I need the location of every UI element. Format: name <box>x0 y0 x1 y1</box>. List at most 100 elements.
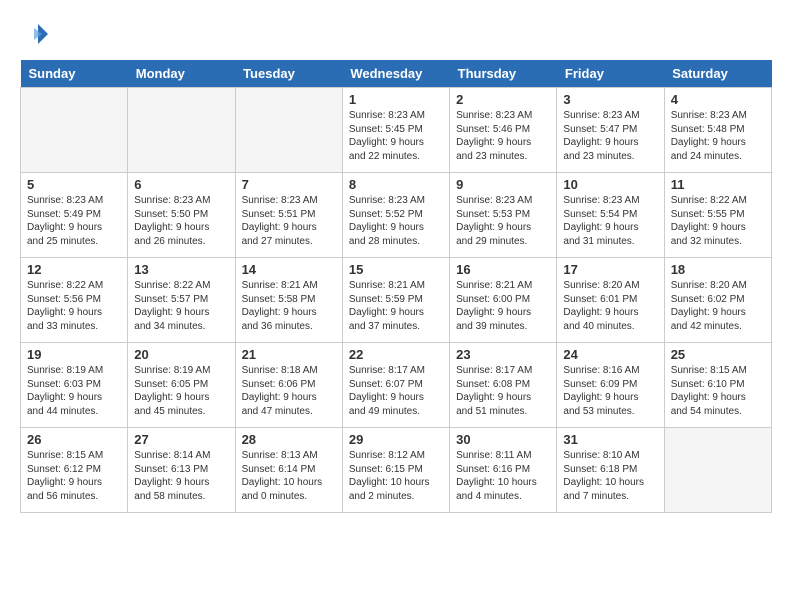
day-info: Sunrise: 8:19 AM Sunset: 6:05 PM Dayligh… <box>134 364 228 418</box>
calendar-cell: 17 Sunrise: 8:20 AM Sunset: 6:01 PM Dayli… <box>557 258 664 343</box>
calendar-cell: 5 Sunrise: 8:23 AM Sunset: 5:49 PM Daylig… <box>21 173 128 258</box>
calendar-cell: 25 Sunrise: 8:15 AM Sunset: 6:10 PM Dayli… <box>664 343 771 428</box>
day-info: Sunrise: 8:23 AM Sunset: 5:49 PM Dayligh… <box>27 194 121 248</box>
calendar-cell: 11 Sunrise: 8:22 AM Sunset: 5:55 PM Dayli… <box>664 173 771 258</box>
day-number: 31 <box>563 432 657 447</box>
calendar-cell: 21 Sunrise: 8:18 AM Sunset: 6:06 PM Dayli… <box>235 343 342 428</box>
day-number: 2 <box>456 92 550 107</box>
day-header-monday: Monday <box>128 60 235 88</box>
calendar-cell: 27Sunrise: 8:14 AM Sunset: 6:13 PM Dayli… <box>128 428 235 513</box>
day-number: 8 <box>349 177 443 192</box>
day-number: 17 <box>563 262 657 277</box>
day-info: Sunrise: 8:20 AM Sunset: 6:02 PM Dayligh… <box>671 279 765 333</box>
day-number: 23 <box>456 347 550 362</box>
day-info: Sunrise: 8:22 AM Sunset: 5:55 PM Dayligh… <box>671 194 765 248</box>
calendar-cell: 3 Sunrise: 8:23 AM Sunset: 5:47 PM Daylig… <box>557 88 664 173</box>
calendar-cell: 6 Sunrise: 8:23 AM Sunset: 5:50 PM Daylig… <box>128 173 235 258</box>
calendar-cell: 30 Sunrise: 8:11 AM Sunset: 6:16 PM Dayli… <box>450 428 557 513</box>
day-number: 29 <box>349 432 443 447</box>
day-number: 7 <box>242 177 336 192</box>
calendar-cell <box>21 88 128 173</box>
calendar-body: 1 Sunrise: 8:23 AM Sunset: 5:45 PM Daylig… <box>21 88 772 513</box>
day-header-sunday: Sunday <box>21 60 128 88</box>
day-number: 5 <box>27 177 121 192</box>
logo <box>20 20 54 50</box>
calendar-table: SundayMondayTuesdayWednesdayThursdayFrid… <box>20 60 772 513</box>
calendar-cell: 14 Sunrise: 8:21 AM Sunset: 5:58 PM Dayli… <box>235 258 342 343</box>
day-info: Sunrise: 8:18 AM Sunset: 6:06 PM Dayligh… <box>242 364 336 418</box>
day-number: 19 <box>27 347 121 362</box>
day-info: Sunrise: 8:15 AM Sunset: 6:10 PM Dayligh… <box>671 364 765 418</box>
calendar-header: SundayMondayTuesdayWednesdayThursdayFrid… <box>21 60 772 88</box>
calendar-cell: 19 Sunrise: 8:19 AM Sunset: 6:03 PM Dayli… <box>21 343 128 428</box>
day-info: Sunrise: 8:20 AM Sunset: 6:01 PM Dayligh… <box>563 279 657 333</box>
calendar-cell: 1 Sunrise: 8:23 AM Sunset: 5:45 PM Daylig… <box>342 88 449 173</box>
day-header-saturday: Saturday <box>664 60 771 88</box>
day-number: 10 <box>563 177 657 192</box>
day-info: Sunrise: 8:23 AM Sunset: 5:47 PM Dayligh… <box>563 109 657 163</box>
calendar-cell: 10 Sunrise: 8:23 AM Sunset: 5:54 PM Dayli… <box>557 173 664 258</box>
calendar-cell <box>235 88 342 173</box>
day-number: 1 <box>349 92 443 107</box>
calendar-cell: 26Sunrise: 8:15 AM Sunset: 6:12 PM Dayli… <box>21 428 128 513</box>
calendar-cell: 8 Sunrise: 8:23 AM Sunset: 5:52 PM Daylig… <box>342 173 449 258</box>
day-info: Sunrise: 8:23 AM Sunset: 5:50 PM Dayligh… <box>134 194 228 248</box>
calendar-cell: 24Sunrise: 8:16 AM Sunset: 6:09 PM Dayli… <box>557 343 664 428</box>
day-number: 21 <box>242 347 336 362</box>
day-number: 16 <box>456 262 550 277</box>
calendar-cell <box>664 428 771 513</box>
days-of-week-row: SundayMondayTuesdayWednesdayThursdayFrid… <box>21 60 772 88</box>
day-info: Sunrise: 8:23 AM Sunset: 5:45 PM Dayligh… <box>349 109 443 163</box>
day-info: Sunrise: 8:23 AM Sunset: 5:53 PM Dayligh… <box>456 194 550 248</box>
day-info: Sunrise: 8:17 AM Sunset: 6:08 PM Dayligh… <box>456 364 550 418</box>
day-number: 20 <box>134 347 228 362</box>
day-number: 3 <box>563 92 657 107</box>
day-number: 27 <box>134 432 228 447</box>
calendar-cell: 15 Sunrise: 8:21 AM Sunset: 5:59 PM Dayli… <box>342 258 449 343</box>
day-info: Sunrise: 8:11 AM Sunset: 6:16 PM Dayligh… <box>456 449 550 503</box>
calendar-cell: 29Sunrise: 8:12 AM Sunset: 6:15 PM Dayli… <box>342 428 449 513</box>
week-row-0: 1 Sunrise: 8:23 AM Sunset: 5:45 PM Daylig… <box>21 88 772 173</box>
day-number: 13 <box>134 262 228 277</box>
day-number: 25 <box>671 347 765 362</box>
day-number: 28 <box>242 432 336 447</box>
day-header-thursday: Thursday <box>450 60 557 88</box>
day-number: 18 <box>671 262 765 277</box>
day-number: 30 <box>456 432 550 447</box>
calendar-cell <box>128 88 235 173</box>
day-number: 11 <box>671 177 765 192</box>
calendar-cell: 9Sunrise: 8:23 AM Sunset: 5:53 PM Daylig… <box>450 173 557 258</box>
day-number: 15 <box>349 262 443 277</box>
week-row-3: 19 Sunrise: 8:19 AM Sunset: 6:03 PM Dayli… <box>21 343 772 428</box>
page-header <box>20 20 772 50</box>
day-info: Sunrise: 8:19 AM Sunset: 6:03 PM Dayligh… <box>27 364 121 418</box>
week-row-1: 5 Sunrise: 8:23 AM Sunset: 5:49 PM Daylig… <box>21 173 772 258</box>
day-number: 26 <box>27 432 121 447</box>
week-row-2: 12Sunrise: 8:22 AM Sunset: 5:56 PM Dayli… <box>21 258 772 343</box>
day-header-friday: Friday <box>557 60 664 88</box>
day-number: 24 <box>563 347 657 362</box>
day-info: Sunrise: 8:13 AM Sunset: 6:14 PM Dayligh… <box>242 449 336 503</box>
day-info: Sunrise: 8:23 AM Sunset: 5:54 PM Dayligh… <box>563 194 657 248</box>
day-info: Sunrise: 8:21 AM Sunset: 5:58 PM Dayligh… <box>242 279 336 333</box>
calendar-cell: 16 Sunrise: 8:21 AM Sunset: 6:00 PM Dayli… <box>450 258 557 343</box>
day-info: Sunrise: 8:21 AM Sunset: 6:00 PM Dayligh… <box>456 279 550 333</box>
day-info: Sunrise: 8:23 AM Sunset: 5:52 PM Dayligh… <box>349 194 443 248</box>
logo-icon <box>20 20 50 50</box>
day-number: 14 <box>242 262 336 277</box>
day-info: Sunrise: 8:22 AM Sunset: 5:56 PM Dayligh… <box>27 279 121 333</box>
calendar-cell: 22Sunrise: 8:17 AM Sunset: 6:07 PM Dayli… <box>342 343 449 428</box>
calendar-cell: 7 Sunrise: 8:23 AM Sunset: 5:51 PM Daylig… <box>235 173 342 258</box>
day-info: Sunrise: 8:23 AM Sunset: 5:46 PM Dayligh… <box>456 109 550 163</box>
day-header-tuesday: Tuesday <box>235 60 342 88</box>
day-number: 6 <box>134 177 228 192</box>
day-info: Sunrise: 8:23 AM Sunset: 5:48 PM Dayligh… <box>671 109 765 163</box>
calendar-cell: 2 Sunrise: 8:23 AM Sunset: 5:46 PM Daylig… <box>450 88 557 173</box>
week-row-4: 26Sunrise: 8:15 AM Sunset: 6:12 PM Dayli… <box>21 428 772 513</box>
day-number: 4 <box>671 92 765 107</box>
calendar-cell: 13Sunrise: 8:22 AM Sunset: 5:57 PM Dayli… <box>128 258 235 343</box>
calendar-cell: 18 Sunrise: 8:20 AM Sunset: 6:02 PM Dayli… <box>664 258 771 343</box>
day-number: 22 <box>349 347 443 362</box>
day-info: Sunrise: 8:23 AM Sunset: 5:51 PM Dayligh… <box>242 194 336 248</box>
day-info: Sunrise: 8:21 AM Sunset: 5:59 PM Dayligh… <box>349 279 443 333</box>
